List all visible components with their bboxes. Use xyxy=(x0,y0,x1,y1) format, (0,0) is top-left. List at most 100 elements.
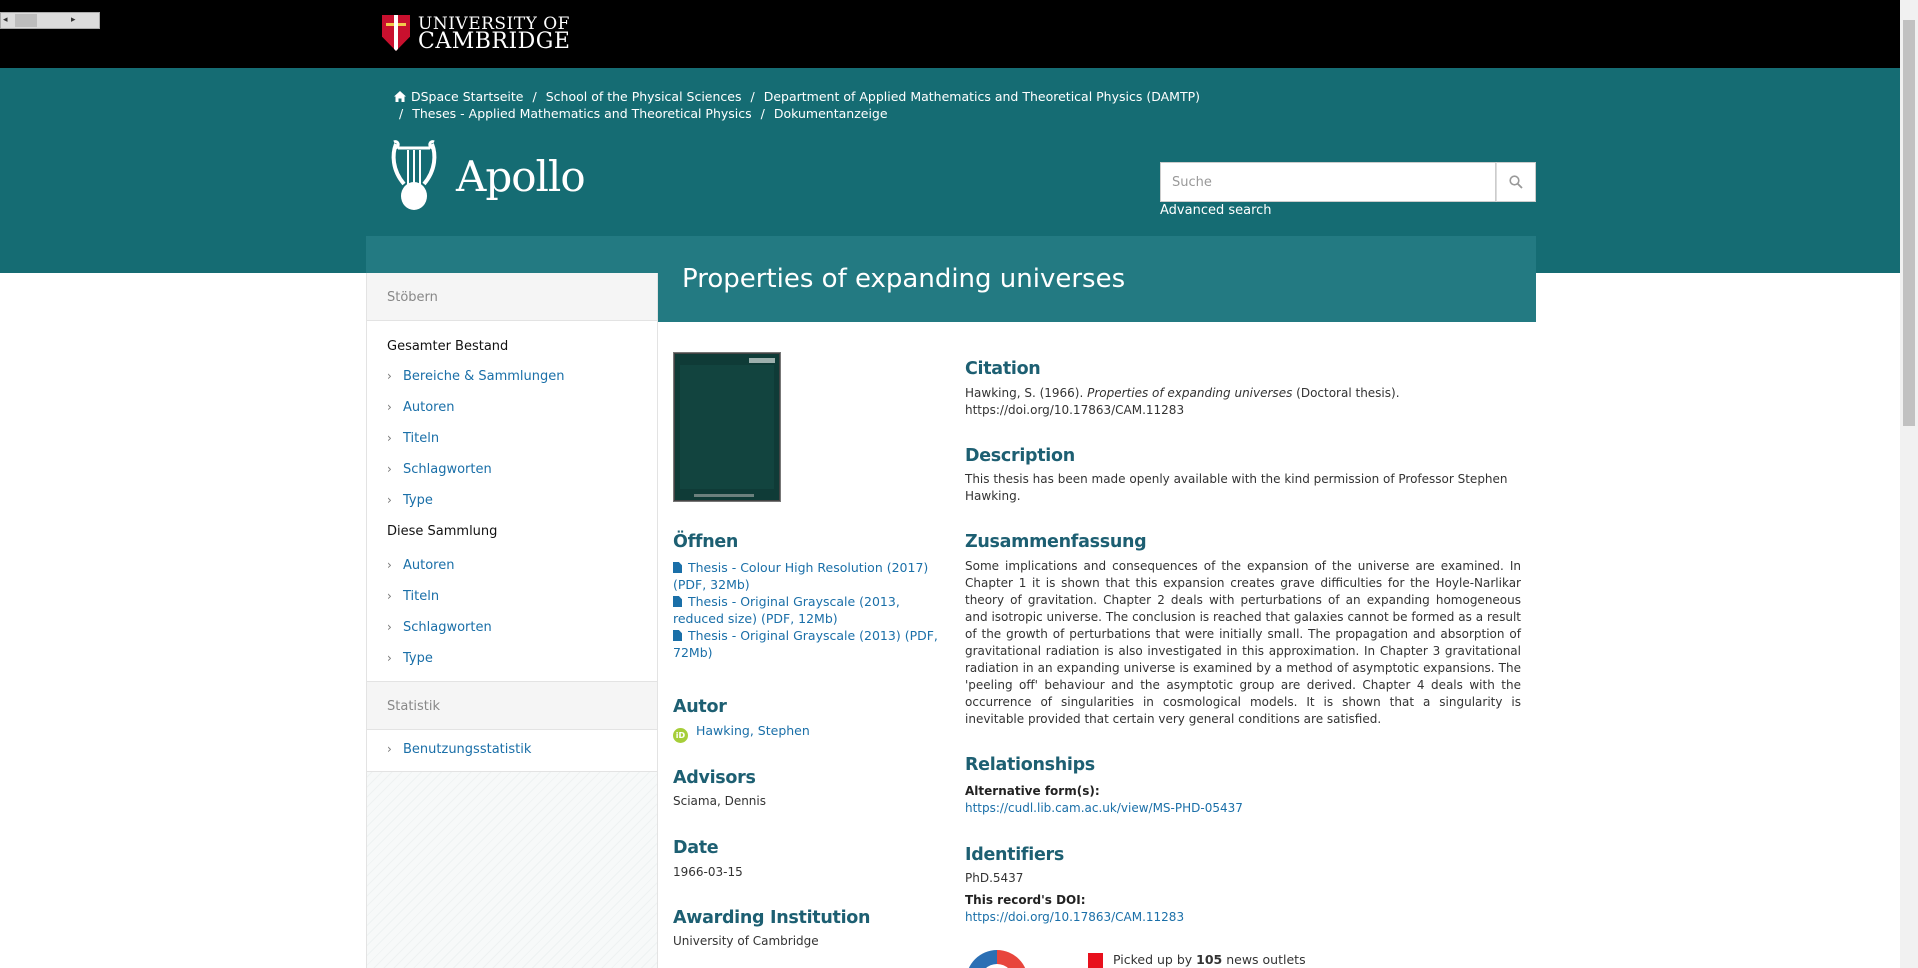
abstract-heading: Zusammenfassung xyxy=(965,532,1147,552)
author-heading: Autor xyxy=(673,697,727,717)
browse-section: Stöbern Gesamter Bestand › Bereiche & Sam… xyxy=(367,273,657,682)
record-doi-link[interactable]: https://doi.org/10.17863/CAM.11283 xyxy=(965,909,1184,926)
file-icon xyxy=(673,596,682,607)
statistics-heading: Statistik xyxy=(367,682,657,730)
date-value: 1966-03-15 xyxy=(673,865,743,879)
sidebar-item-usage-statistics[interactable]: › Benutzungsstatistik xyxy=(367,730,657,772)
sidebar-item-label: Type xyxy=(403,651,433,666)
search-button[interactable] xyxy=(1496,162,1536,202)
record-doi-label: This record's DOI: xyxy=(965,893,1086,907)
alternative-form-label: Alternative form(s): xyxy=(965,784,1100,798)
vertical-scroll-thumb[interactable] xyxy=(1903,20,1915,426)
sidebar-item-label: Benutzungsstatistik xyxy=(403,742,532,757)
search-box xyxy=(1160,162,1536,202)
thumbnail-label xyxy=(749,358,775,363)
search-icon xyxy=(1509,175,1523,189)
vertical-scrollbar[interactable] xyxy=(1900,0,1918,968)
sidebar-item-label: Bereiche & Sammlungen xyxy=(403,369,565,384)
file-link-label: Thesis - Colour High Resolution (2017) (… xyxy=(673,560,929,592)
chevron-right-icon: › xyxy=(387,558,392,572)
sidebar-item-titles[interactable]: › Titeln xyxy=(367,423,657,454)
file-link-label: Thesis - Original Grayscale (2013, reduc… xyxy=(673,594,900,626)
alternative-form-link[interactable]: https://cudl.lib.cam.ac.uk/view/MS-PHD-0… xyxy=(965,800,1243,817)
orcid-icon[interactable]: iD xyxy=(673,728,688,743)
breadcrumb-separator: / xyxy=(399,106,404,121)
sidebar-item-label: Autoren xyxy=(403,558,455,573)
breadcrumb-theses[interactable]: Theses - Applied Mathematics and Theoret… xyxy=(412,106,751,121)
sidebar-item-collection-titles[interactable]: › Titeln xyxy=(367,581,657,612)
cambridge-logo[interactable]: UNIVERSITY OF CAMBRIDGE xyxy=(382,14,570,53)
breadcrumb-dspace-home[interactable]: DSpace Startseite xyxy=(411,89,524,104)
description-text: This thesis has been made openly availab… xyxy=(965,472,1508,503)
breadcrumb-separator: / xyxy=(532,89,537,104)
statistics-section: Statistik › Benutzungsstatistik xyxy=(367,682,657,772)
search-input[interactable] xyxy=(1160,162,1496,202)
advisors-heading: Advisors xyxy=(673,768,756,788)
chevron-right-icon: › xyxy=(387,462,392,476)
abstract-text: Some implications and consequences of th… xyxy=(965,559,1521,726)
scroll-thumb[interactable] xyxy=(15,14,37,27)
breadcrumb: DSpace Startseite / School of the Physical… xyxy=(394,88,1214,122)
author-row: iD Hawking, Stephen xyxy=(673,722,810,743)
horizontal-scrollbar[interactable]: ◂ ▸ xyxy=(0,12,100,29)
cambridge-shield-icon xyxy=(382,15,410,51)
sidebar-top-band xyxy=(366,236,658,273)
sidebar-item-authors[interactable]: › Autoren xyxy=(367,392,657,423)
scroll-right-arrow-icon[interactable]: ▸ xyxy=(71,14,76,27)
home-icon xyxy=(394,91,406,102)
identifier-value: PhD.5437 xyxy=(965,871,1024,885)
altmetric-badge-icon[interactable] xyxy=(966,950,1028,968)
sidebar-item-communities[interactable]: › Bereiche & Sammlungen xyxy=(367,361,657,392)
file-link-grayscale-original[interactable]: Thesis - Original Grayscale (2013) (PDF,… xyxy=(673,627,953,661)
breadcrumb-damtp[interactable]: Department of Applied Mathematics and Th… xyxy=(764,89,1200,104)
sidebar: Stöbern Gesamter Bestand › Bereiche & Sam… xyxy=(366,273,658,968)
citation-title: Properties of expanding universes xyxy=(1087,386,1293,400)
date-heading: Date xyxy=(673,838,719,858)
all-repository-heading: Gesamter Bestand xyxy=(387,339,509,354)
thumbnail-footer xyxy=(694,494,754,497)
news-suffix: news outlets xyxy=(1222,952,1306,967)
identifiers-heading: Identifiers xyxy=(965,845,1064,865)
breadcrumb-current: Dokumentanzeige xyxy=(773,106,888,121)
news-outlets-text[interactable]: Picked up by 105 news outlets xyxy=(1113,952,1306,967)
page-title: Properties of expanding universes xyxy=(682,264,1126,294)
chevron-right-icon: › xyxy=(387,493,392,507)
sidebar-item-collection-subjects[interactable]: › Schlagworten xyxy=(367,612,657,643)
file-icon xyxy=(673,562,682,573)
sidebar-item-label: Type xyxy=(403,493,433,508)
chevron-right-icon: › xyxy=(387,369,392,383)
awarding-institution-heading: Awarding Institution xyxy=(673,908,871,928)
advanced-search-link[interactable]: Advanced search xyxy=(1160,203,1272,218)
breadcrumb-separator: / xyxy=(750,89,755,104)
citation-author-year: Hawking, S. (1966). xyxy=(965,386,1088,400)
apollo-logo[interactable]: Apollo xyxy=(390,140,586,212)
citation-doi: https://doi.org/10.17863/CAM.11283 xyxy=(965,403,1185,417)
browse-heading: Stöbern xyxy=(367,273,657,321)
citation-text: Hawking, S. (1966). Properties of expand… xyxy=(965,385,1525,419)
sidebar-item-label: Schlagworten xyxy=(403,462,492,477)
open-heading: Öffnen xyxy=(673,532,739,552)
author-link[interactable]: Hawking, Stephen xyxy=(696,723,810,738)
breadcrumb-separator: / xyxy=(760,106,765,121)
description-heading: Description xyxy=(965,446,1075,466)
cambridge-wordmark: UNIVERSITY OF CAMBRIDGE xyxy=(418,15,570,53)
sidebar-item-collection-authors[interactable]: › Autoren xyxy=(367,550,657,581)
news-count: 105 xyxy=(1196,952,1223,967)
chevron-right-icon: › xyxy=(387,431,392,445)
scroll-left-arrow-icon[interactable]: ◂ xyxy=(3,14,8,27)
lyre-icon xyxy=(391,140,437,210)
file-link-grayscale-reduced[interactable]: Thesis - Original Grayscale (2013, reduc… xyxy=(673,593,943,627)
thumbnail-page xyxy=(680,365,774,489)
file-link-colour-high-res[interactable]: Thesis - Colour High Resolution (2017) (… xyxy=(673,559,943,593)
thesis-thumbnail[interactable] xyxy=(673,352,781,502)
breadcrumb-physical-sciences[interactable]: School of the Physical Sciences xyxy=(546,89,742,104)
citation-heading: Citation xyxy=(965,359,1041,379)
sidebar-item-label: Schlagworten xyxy=(403,620,492,635)
sidebar-item-type[interactable]: › Type xyxy=(367,485,657,516)
sidebar-item-label: Titeln xyxy=(403,431,440,446)
file-link-label: Thesis - Original Grayscale (2013) (PDF,… xyxy=(673,628,938,660)
sidebar-item-collection-type[interactable]: › Type xyxy=(367,643,657,682)
citation-type: (Doctoral thesis). xyxy=(1292,386,1400,400)
sidebar-item-subjects[interactable]: › Schlagworten xyxy=(367,454,657,485)
news-prefix: Picked up by xyxy=(1113,952,1197,967)
